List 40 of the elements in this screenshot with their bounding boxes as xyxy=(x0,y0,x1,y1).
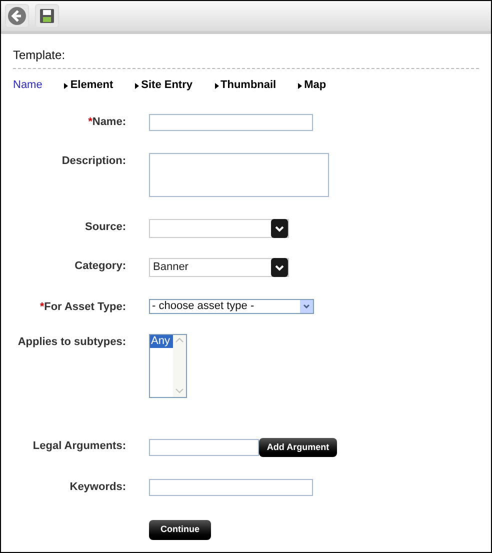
triangle-right-icon xyxy=(64,82,68,88)
field-label: Legal Arguments: xyxy=(32,440,126,453)
dropdown-toggle[interactable] xyxy=(271,219,288,238)
triangle-right-icon xyxy=(214,82,218,88)
description-field[interactable] xyxy=(149,153,329,197)
text-field[interactable] xyxy=(149,479,313,496)
chevron-down-icon xyxy=(275,226,284,232)
step-tab[interactable]: Thumbnail xyxy=(214,79,276,92)
continue-button[interactable]: Continue xyxy=(149,520,211,540)
text-field[interactable] xyxy=(149,439,259,456)
dropdown-field[interactable] xyxy=(149,219,289,238)
dropdown-field[interactable]: Banner xyxy=(149,258,289,277)
field-label: *For Asset Type: xyxy=(40,301,126,314)
field-label: Source: xyxy=(85,221,126,234)
page-title: Template: xyxy=(13,48,66,62)
dropdown-value: Banner xyxy=(152,260,190,276)
triangle-right-icon xyxy=(298,82,302,88)
scrollbar[interactable] xyxy=(173,335,186,397)
field-label: Description: xyxy=(62,155,126,168)
chevron-down-icon xyxy=(275,264,284,270)
text-field[interactable] xyxy=(149,114,313,131)
back-button[interactable] xyxy=(5,4,29,28)
listbox[interactable]: Any xyxy=(149,334,187,398)
field-label: Keywords: xyxy=(70,481,126,494)
save-icon xyxy=(39,8,55,24)
field-label: Applies to subtypes: xyxy=(18,336,126,349)
step-tab[interactable]: Name xyxy=(13,79,42,92)
triangle-right-icon xyxy=(135,82,140,88)
select-field[interactable]: - choose asset type - xyxy=(149,299,314,314)
field-label: *Name: xyxy=(88,116,126,129)
field-label: Category: xyxy=(74,260,126,273)
step-tab[interactable]: Element xyxy=(64,79,114,92)
select-value: - choose asset type - xyxy=(151,300,256,313)
dropdown-toggle[interactable] xyxy=(271,258,288,277)
chevron-down-icon xyxy=(303,304,310,309)
save-button[interactable] xyxy=(35,4,59,28)
step-tab[interactable]: Map xyxy=(298,79,326,92)
listbox-option[interactable]: Any xyxy=(150,335,173,348)
add-argument-button[interactable]: Add Argument xyxy=(259,438,337,457)
step-tab[interactable]: Site Entry xyxy=(135,79,192,92)
